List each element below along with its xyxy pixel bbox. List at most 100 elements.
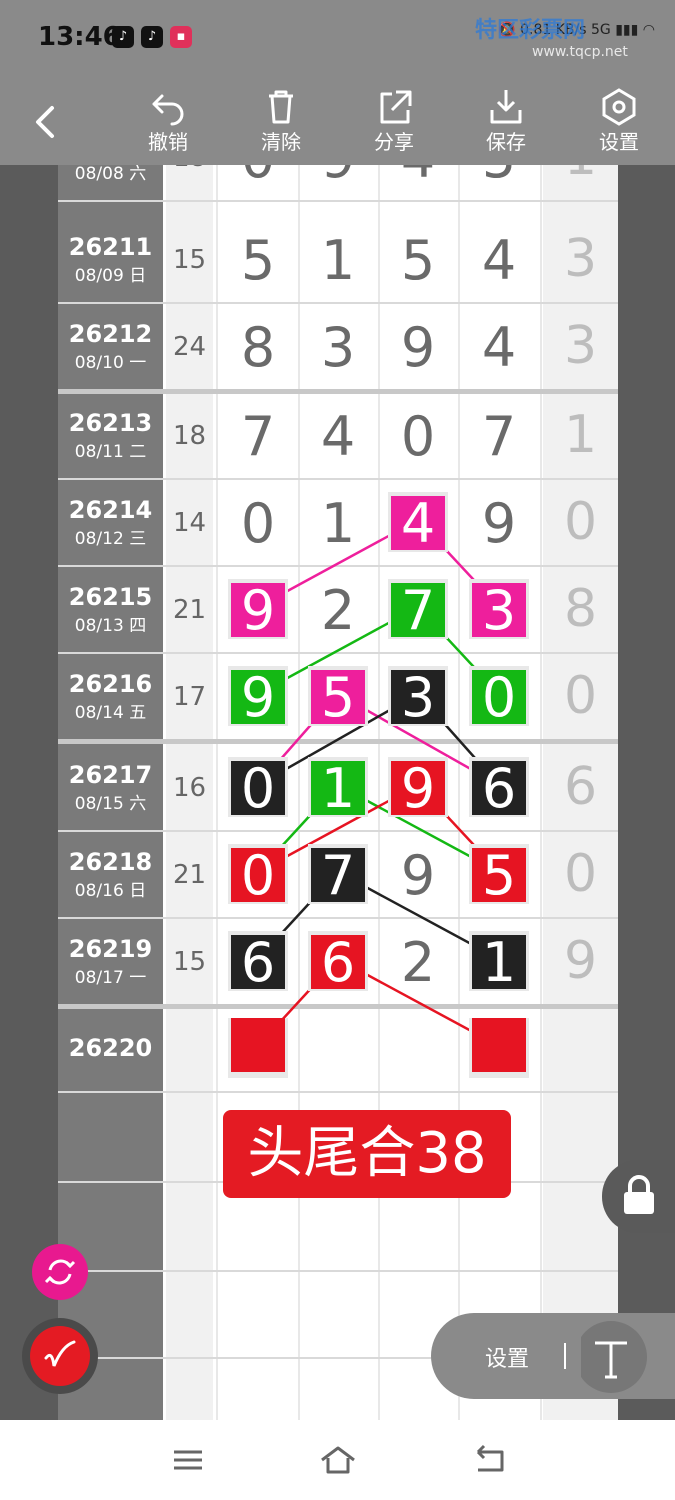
remainder-value: 9: [563, 931, 598, 991]
digit-cell[interactable]: 9: [230, 666, 286, 729]
digit-marked: 0: [231, 848, 285, 904]
digit-cell[interactable]: 7: [230, 405, 286, 468]
digit-cell[interactable]: 4: [471, 229, 527, 292]
settings-button[interactable]: 设置: [579, 88, 659, 158]
settings-icon: [579, 88, 659, 126]
issue-date: 08/13 四: [74, 616, 147, 636]
digit-cell[interactable]: 3: [390, 666, 446, 729]
digit-cell[interactable]: 9: [390, 844, 446, 907]
issue-cell: 26214 08/12 三: [58, 496, 163, 549]
undo-icon: [128, 88, 208, 126]
sum-value: 15: [172, 245, 207, 275]
digit-cell[interactable]: 0: [230, 165, 286, 190]
sum-value: 21: [172, 860, 207, 890]
toolbar: 撤销 清除 分享 保存 设置: [0, 80, 675, 165]
issue-date: 08/16 日: [74, 881, 147, 901]
digit-marked: 4: [391, 496, 445, 552]
issue-cell: 26216 08/14 五: [58, 670, 163, 723]
save-button[interactable]: 保存: [466, 88, 546, 158]
digit-cell[interactable]: 9: [390, 316, 446, 379]
digit-cell[interactable]: 9: [471, 492, 527, 555]
remainder-value: 6: [563, 757, 598, 817]
pill-separator: [564, 1343, 566, 1369]
digit-cell[interactable]: 4: [471, 316, 527, 379]
pill-settings-label[interactable]: 设置: [485, 1341, 529, 1373]
issue-date: 08/12 三: [74, 529, 147, 549]
refresh-button[interactable]: [32, 1244, 88, 1300]
digit-cell[interactable]: 4: [310, 405, 366, 468]
digit-cell[interactable]: 2: [390, 931, 446, 994]
left-margin: [0, 165, 58, 1420]
digit-cell[interactable]: 7: [310, 844, 366, 907]
pen-button[interactable]: [22, 1318, 98, 1394]
bilibili-icon: ▪: [170, 26, 192, 48]
digit-marked: 5: [472, 848, 526, 904]
sum-value: 15: [172, 947, 207, 977]
digit-cell[interactable]: 1: [310, 229, 366, 292]
text-tool-button[interactable]: [581, 1317, 661, 1397]
digit-cell[interactable]: 5: [471, 165, 527, 190]
digit-cell[interactable]: 6: [230, 931, 286, 994]
sum-value: 17: [172, 682, 207, 712]
digit-cell[interactable]: 5: [230, 229, 286, 292]
digit-cell[interactable]: 4: [390, 492, 446, 555]
clear-label: 清除: [261, 130, 301, 154]
wifi-icon: ◠: [642, 22, 655, 38]
digit-cell[interactable]: 9: [230, 579, 286, 642]
undo-button[interactable]: 撤销: [128, 88, 208, 158]
digit-cell[interactable]: 0: [471, 666, 527, 729]
table-row: 26216 08/14 五 17 9 5 3 0 0: [58, 654, 618, 739]
digit-marked: 9: [391, 761, 445, 817]
digit-cell[interactable]: 1: [310, 492, 366, 555]
digit-cell[interactable]: 0: [230, 844, 286, 907]
digit-cell[interactable]: 7: [390, 579, 446, 642]
digit-cell[interactable]: 5: [310, 666, 366, 729]
lock-button[interactable]: [602, 1160, 675, 1233]
digit-cell[interactable]: 7: [471, 405, 527, 468]
digit-cell[interactable]: 9: [310, 165, 366, 190]
home-icon[interactable]: [318, 1442, 358, 1478]
digit-cell[interactable]: 5: [471, 844, 527, 907]
digit-cell[interactable]: [471, 1018, 527, 1085]
digit-cell[interactable]: 9: [390, 757, 446, 820]
issue-date: 08/08 六: [74, 165, 147, 184]
save-label: 保存: [486, 130, 526, 154]
remainder-value: 0: [563, 492, 598, 552]
back-button[interactable]: [28, 102, 68, 142]
issue-number: 26217: [68, 761, 153, 789]
sum-value: 14: [172, 508, 207, 538]
digit-cell[interactable]: 3: [471, 579, 527, 642]
digit-marked: 6: [231, 935, 285, 991]
status-time: 13:46: [38, 22, 121, 52]
menu-icon[interactable]: [170, 1444, 206, 1476]
digit-cell[interactable]: 1: [471, 931, 527, 994]
digit-cell[interactable]: 0: [390, 405, 446, 468]
issue-cell: 26219 08/17 一: [58, 935, 163, 988]
table-row: 26218 08/16 日 21 0 7 9 5 0: [58, 832, 618, 917]
digit-cell[interactable]: 6: [310, 931, 366, 994]
share-button[interactable]: 分享: [354, 88, 434, 158]
digit-cell[interactable]: 0: [230, 757, 286, 820]
digit-cell[interactable]: 6: [471, 757, 527, 820]
digit-cell[interactable]: 5: [390, 229, 446, 292]
status-bar: 13:46 ♪ ♪ ▪ 🔕 0.81 KB/s 5G ▮▮▮ ◠ 特区彩票网 w…: [0, 0, 675, 80]
digit-cell[interactable]: 2: [310, 579, 366, 642]
digit-cell[interactable]: 4: [390, 165, 446, 190]
issue-date: 08/14 五: [74, 703, 147, 723]
digit-cell[interactable]: 3: [310, 316, 366, 379]
issue-cell: 2621008/08 六: [58, 165, 163, 184]
pen-stroke-icon: [44, 1340, 76, 1367]
back-nav-icon[interactable]: [468, 1444, 508, 1476]
sum-value: 16: [172, 773, 207, 803]
clear-button[interactable]: 清除: [241, 88, 321, 158]
digit-marked: [472, 1018, 526, 1072]
chart-board[interactable]: 2621008/08 六18094512621108/09 日155154326…: [58, 165, 618, 1420]
digit-cell[interactable]: 1: [310, 757, 366, 820]
digit-cell[interactable]: 8: [230, 316, 286, 379]
settings-pill[interactable]: 设置: [431, 1313, 675, 1399]
issue-date: 08/11 二: [74, 442, 147, 462]
digit-cell[interactable]: [230, 1018, 286, 1085]
issue-number: 26212: [68, 320, 153, 348]
digit-cell[interactable]: 0: [230, 492, 286, 555]
settings-label: 设置: [599, 130, 639, 154]
